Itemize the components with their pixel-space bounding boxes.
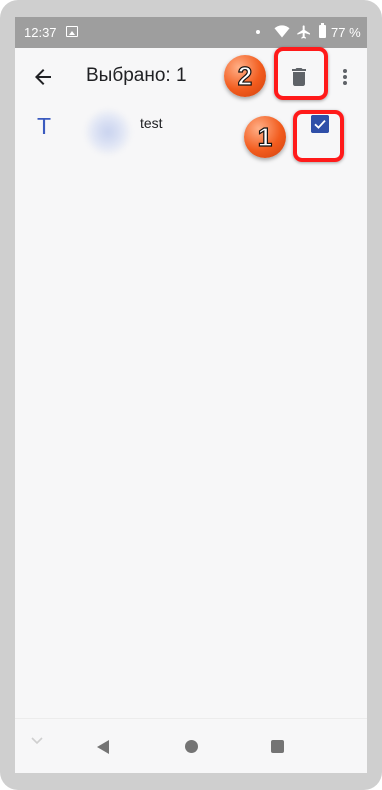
delete-highlight-ring <box>274 47 328 100</box>
nav-home-icon[interactable] <box>185 740 198 753</box>
more-vert-icon[interactable] <box>337 65 353 89</box>
avatar <box>85 109 131 155</box>
airplane-icon <box>297 25 310 39</box>
battery-percent: 77 % <box>331 25 361 40</box>
nav-back-icon[interactable] <box>97 740 109 754</box>
item-letter: T <box>37 113 52 139</box>
item-name: test <box>140 115 163 131</box>
status-time: 12:37 <box>24 25 57 40</box>
dot-icon <box>256 30 260 34</box>
page-title: Выбрано: 1 <box>86 65 187 86</box>
step-badge-1: 1 <box>244 116 286 158</box>
nav-recents-icon[interactable] <box>271 740 284 753</box>
wifi-icon <box>274 25 290 38</box>
image-icon <box>66 26 78 37</box>
navigation-bar <box>15 718 367 773</box>
back-arrow-icon[interactable] <box>31 65 55 89</box>
step-badge-2: 2 <box>224 55 266 97</box>
device-frame: 12:37 77 % Выбрано: 1 T test 2 1 <box>0 0 382 790</box>
status-bar: 12:37 77 % <box>15 17 367 48</box>
battery-icon <box>319 23 326 38</box>
checkbox-highlight-ring <box>293 110 344 162</box>
chevron-down-icon[interactable] <box>30 736 44 746</box>
